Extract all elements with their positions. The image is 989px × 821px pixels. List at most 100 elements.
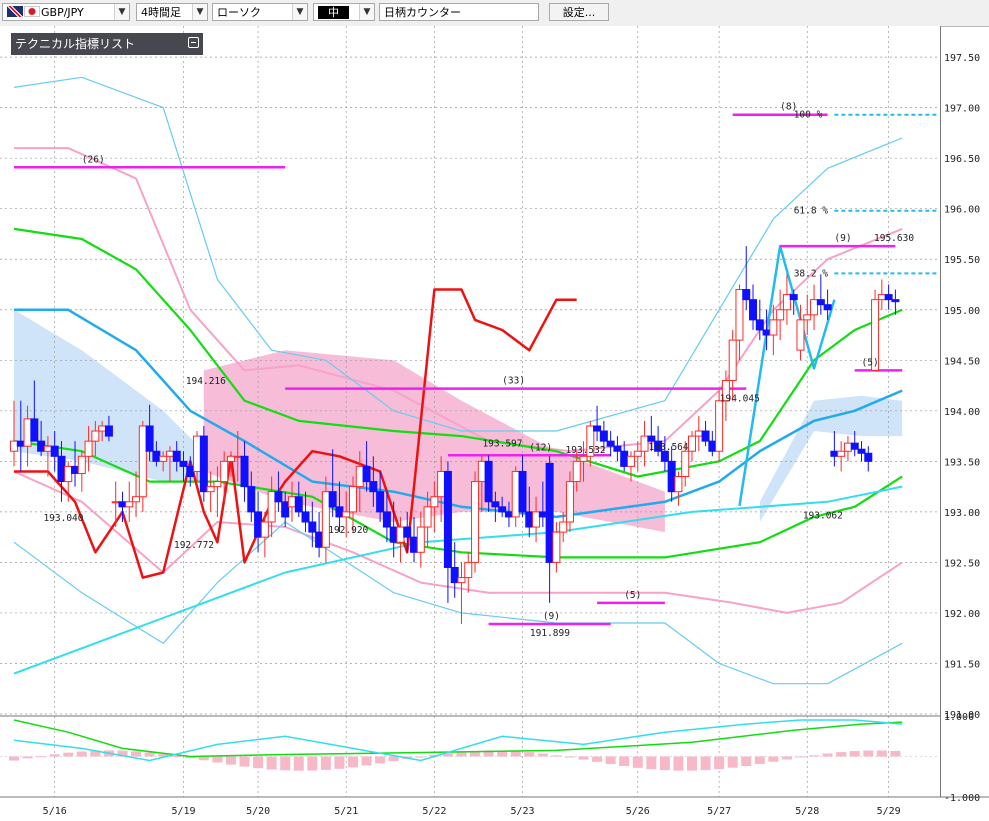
x-tick-label: 5/29 <box>877 806 901 817</box>
candle-body <box>857 448 866 454</box>
candle-body <box>64 465 73 483</box>
oscillator-histogram-bar <box>239 756 250 767</box>
currency-pair-value: GBP/JPY <box>41 6 84 19</box>
candle-body <box>552 531 561 563</box>
candle-body <box>443 470 452 568</box>
counter-input[interactable]: 日柄カウンター <box>379 3 539 21</box>
candle-body <box>437 470 446 498</box>
chart-size-select[interactable]: 中 ▼ <box>313 3 375 21</box>
candle-body <box>84 440 93 457</box>
candle-body <box>30 418 39 442</box>
count-label: (5) <box>624 590 641 601</box>
oscillator-histogram-bar <box>809 755 820 757</box>
candle-body <box>396 526 405 543</box>
candle-body <box>403 526 412 538</box>
candle-body <box>762 329 771 336</box>
oscillator-histogram-bar <box>280 756 291 771</box>
candle-body <box>599 430 608 442</box>
minimize-icon[interactable] <box>188 37 199 48</box>
candle-body <box>369 481 378 493</box>
candle-body <box>606 440 615 447</box>
candle-body <box>674 476 683 493</box>
candle-body <box>796 319 805 351</box>
candle-body <box>301 511 310 523</box>
oscillator-histogram-bar <box>63 752 74 757</box>
candle-body <box>810 299 819 316</box>
candle-body <box>735 289 744 341</box>
chart-style-select[interactable]: ローソク ▼ <box>212 3 308 21</box>
candle-body <box>816 299 825 306</box>
toolbar: GBP/JPY ▼ 4時間足 ▼ ローソク ▼ 中 ▼ 日柄カウンター 設定..… <box>0 0 989 27</box>
x-tick-label: 5/21 <box>334 806 358 817</box>
fibonacci-label: 61.8 % <box>794 206 829 217</box>
candle-body <box>382 511 391 528</box>
oscillator-histogram-bar <box>212 756 223 763</box>
candle-body <box>545 462 554 563</box>
candle-body <box>688 435 696 452</box>
candle-body <box>464 561 473 579</box>
candle-body <box>376 491 385 513</box>
candle-body <box>247 486 256 513</box>
candle-body <box>640 435 649 452</box>
indicator-list-panel[interactable]: テクニカル指標リスト <box>11 33 203 55</box>
price-label: 194.045 <box>720 393 760 404</box>
price-chart[interactable]: (26)(33)(12)(9)(5)(8)(9)(5)100 %61.8 %38… <box>0 26 989 821</box>
candle-body <box>667 460 676 493</box>
oscillator-histogram-bar <box>49 754 60 757</box>
oscillator-histogram-bar <box>171 755 182 757</box>
oscillator-histogram-bar <box>266 756 277 770</box>
candle-body <box>538 511 547 518</box>
counter-value: 日柄カウンター <box>384 6 461 19</box>
price-label: 193.597 <box>482 439 522 450</box>
candle-body <box>613 445 622 452</box>
oscillator-histogram-bar <box>253 756 264 769</box>
oscillator-histogram-bar <box>388 756 399 762</box>
chevron-down-icon: ▼ <box>292 4 307 20</box>
count-label: (5) <box>862 357 879 368</box>
oscillator-histogram-bar <box>144 752 155 757</box>
candle-body <box>511 470 520 518</box>
candle-body <box>532 511 541 528</box>
oscillator-histogram-bar <box>619 756 630 767</box>
candle-body <box>294 496 303 513</box>
candle-body <box>274 491 283 503</box>
uk-flag-icon <box>7 6 23 17</box>
oscillator-histogram-bar <box>727 756 738 768</box>
x-tick-label: 5/27 <box>707 806 731 817</box>
candle-body <box>864 452 873 462</box>
candle-body <box>308 521 317 533</box>
oscillator-histogram-bar <box>510 751 521 757</box>
y-tick-label: 196.00 <box>944 205 980 216</box>
candle-body <box>206 486 215 493</box>
oscillator-histogram-bar <box>592 756 603 762</box>
candle-body <box>477 460 486 483</box>
candle-body <box>559 521 568 533</box>
oscillator-histogram-bar <box>348 756 358 768</box>
candle-body <box>843 442 852 452</box>
candle-body <box>749 299 758 321</box>
candle-body <box>769 319 778 336</box>
candle-body <box>111 501 120 504</box>
oscillator-histogram-bar <box>714 756 725 770</box>
candle-body <box>186 465 195 478</box>
x-tick-label: 5/16 <box>43 806 67 817</box>
candle-body <box>823 304 832 311</box>
currency-pair-select[interactable]: GBP/JPY ▼ <box>2 3 130 21</box>
settings-button[interactable]: 設定... <box>549 3 609 21</box>
oscillator-histogram-bar <box>524 752 535 757</box>
candle-body <box>287 496 296 508</box>
y-tick-label: 195.00 <box>944 306 980 317</box>
candle-body <box>457 577 466 584</box>
candle-body <box>226 455 235 462</box>
oscillator-histogram-bar <box>307 756 318 771</box>
oscillator-histogram-bar <box>198 756 209 761</box>
y-tick-label: 192.00 <box>944 609 980 620</box>
oscillator-histogram-bar <box>700 756 711 771</box>
candle-body <box>803 314 812 321</box>
candle-body <box>240 455 249 488</box>
candle-body <box>776 309 785 321</box>
timeframe-select[interactable]: 4時間足 ▼ <box>136 3 208 21</box>
price-label: 193.532 <box>566 445 606 456</box>
oscillator-histogram-bar <box>22 756 33 759</box>
candle-body <box>220 460 229 483</box>
